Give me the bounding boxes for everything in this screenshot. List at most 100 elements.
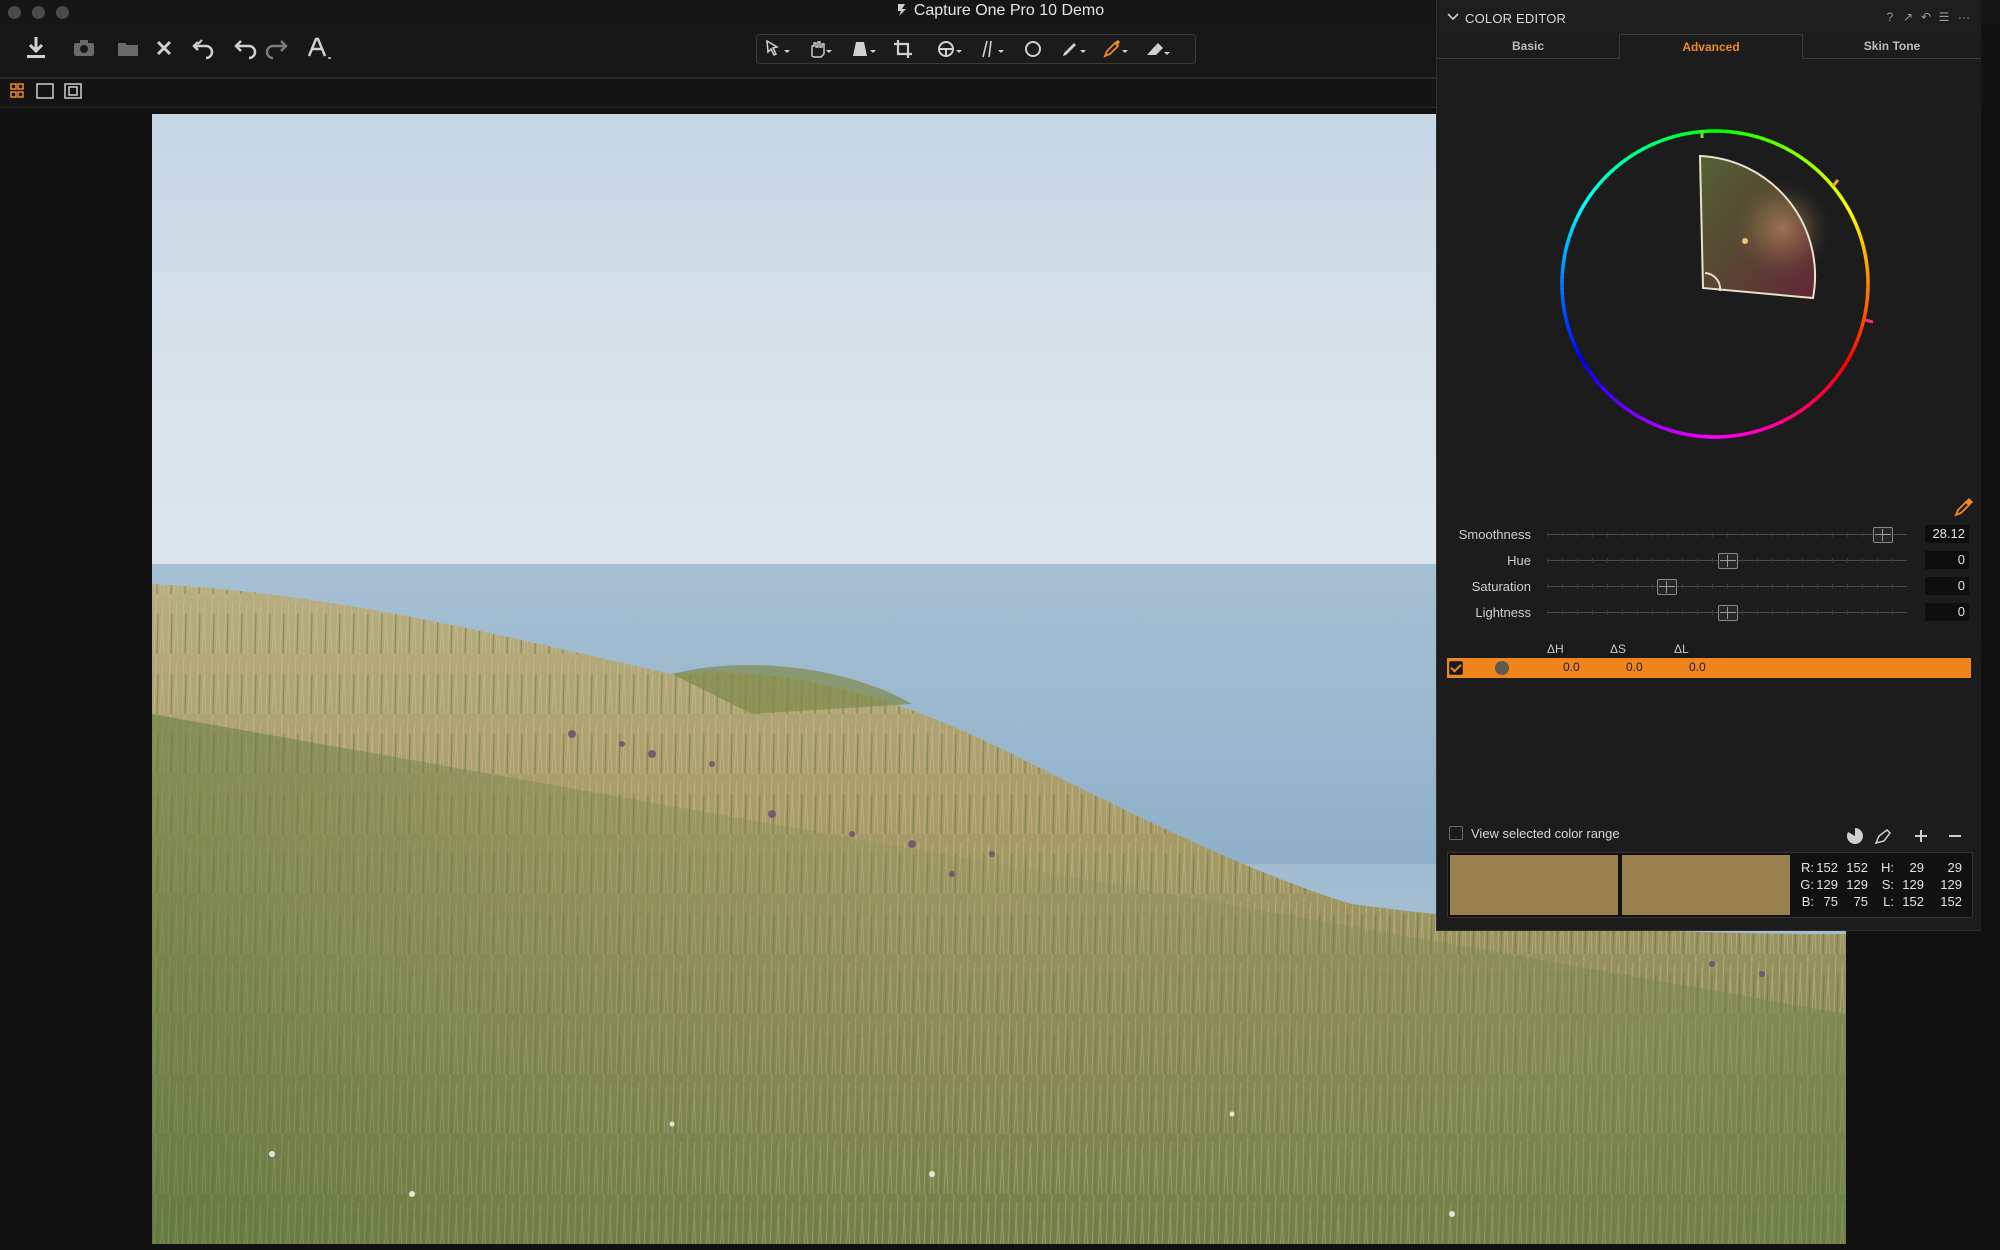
tab-basic[interactable]: Basic xyxy=(1437,34,1619,57)
tab-skin-tone[interactable]: Skin Tone xyxy=(1801,34,1983,57)
readout-label-r: R: xyxy=(1801,860,1814,875)
smoothness-ticks xyxy=(1547,532,1907,537)
saturation-handle[interactable] xyxy=(1656,579,1677,595)
crop-icon[interactable] xyxy=(885,37,925,61)
help-icon[interactable]: ? xyxy=(1883,10,1897,24)
eyedropper-icon[interactable] xyxy=(1953,496,1975,518)
lightness-slider-row: Lightness 0 xyxy=(1437,600,1981,626)
color-editor-tabs: Basic Advanced Skin Tone xyxy=(1437,34,1981,59)
readout-label-b: B: xyxy=(1801,894,1814,909)
lightness-value[interactable]: 0 xyxy=(1925,603,1969,621)
single-view-icon[interactable] xyxy=(36,83,56,101)
color-readout-area: R: 152 152 H: 29 29 G: 129 129 S: 129 12… xyxy=(1447,852,1973,918)
readout-label-s: S: xyxy=(1881,877,1894,892)
hue-handle[interactable] xyxy=(1718,553,1738,569)
color-editor-panel: COLOR EDITOR ? ↗ ↶ ☰ ··· Basic Advanced … xyxy=(1436,0,1981,931)
window-title: Capture One Pro 10 Demo xyxy=(913,2,1105,19)
collapse-chevron-icon[interactable] xyxy=(1447,12,1459,22)
circle-spot-icon[interactable] xyxy=(1013,37,1053,61)
color-range-row[interactable]: 0.0 0.0 0.0 xyxy=(1447,658,1971,678)
redo-icon[interactable] xyxy=(260,32,292,64)
tab-advanced[interactable]: Advanced xyxy=(1619,34,1803,59)
readout-b-before: 75 xyxy=(1823,894,1838,909)
delta-header: ΔH ΔS ΔL xyxy=(1437,642,1981,658)
readout-row-2: G: 129 129 S: 129 129 xyxy=(1798,876,1970,893)
smoothness-label: Smoothness xyxy=(1458,527,1531,542)
readout-h-after: 29 xyxy=(1947,860,1962,875)
color-values-readout: R: 152 152 H: 29 29 G: 129 129 S: 129 12… xyxy=(1798,859,1970,910)
readout-l-before: 152 xyxy=(1902,894,1924,909)
readout-label-l: L: xyxy=(1883,894,1894,909)
select-cursor-icon[interactable] xyxy=(757,37,797,61)
color-wheel[interactable] xyxy=(1545,108,1885,460)
grid-view-icon[interactable] xyxy=(10,83,30,101)
view-selected-range-label: View selected color range xyxy=(1471,826,1620,841)
readout-b-after: 75 xyxy=(1853,894,1868,909)
add-range-icon[interactable] xyxy=(1911,826,1931,846)
straighten-icon[interactable] xyxy=(971,37,1011,61)
more-options-icon[interactable]: ··· xyxy=(1957,10,1971,24)
readout-r-before: 152 xyxy=(1816,860,1838,875)
range-delta-sat: 0.0 xyxy=(1626,660,1643,674)
readout-s-after: 129 xyxy=(1940,877,1962,892)
readout-label-g: G: xyxy=(1800,877,1814,892)
lightness-label: Lightness xyxy=(1475,605,1531,620)
readout-row-3: B: 75 75 L: 152 152 xyxy=(1798,893,1970,910)
text-overlay-icon[interactable] xyxy=(302,32,334,64)
range-delta-hue: 0.0 xyxy=(1563,660,1580,674)
app-icon xyxy=(897,4,906,16)
camera-icon[interactable] xyxy=(68,32,100,64)
cursor-tools-group xyxy=(756,34,1196,64)
readout-s-before: 129 xyxy=(1902,877,1924,892)
undo-icon[interactable] xyxy=(230,32,262,64)
readout-label-h: H: xyxy=(1881,860,1894,875)
eraser-icon[interactable] xyxy=(1137,37,1177,61)
smoothness-handle[interactable] xyxy=(1872,527,1893,543)
picker-range-icon[interactable] xyxy=(1873,826,1893,846)
saturation-label: Saturation xyxy=(1471,579,1531,594)
view-mode-bar xyxy=(0,79,1436,108)
view-selected-range-checkbox[interactable] xyxy=(1449,826,1463,840)
pie-color-icon[interactable] xyxy=(1845,826,1865,846)
presets-icon[interactable]: ☰ xyxy=(1937,10,1951,24)
color-picker-icon[interactable] xyxy=(1095,37,1135,61)
saturation-ticks xyxy=(1547,584,1907,589)
delta-hue-header: ΔH xyxy=(1547,642,1564,656)
undo-history-icon[interactable] xyxy=(188,32,220,64)
lightness-handle[interactable] xyxy=(1718,605,1738,621)
range-delta-light: 0.0 xyxy=(1689,660,1706,674)
delta-sat-header: ΔS xyxy=(1610,642,1627,656)
compare-view-icon[interactable] xyxy=(64,83,84,101)
saturation-slider-row: Saturation 0 xyxy=(1437,574,1981,600)
smoothness-value[interactable]: 28.12 xyxy=(1925,525,1969,543)
view-selected-range-row[interactable]: View selected color range xyxy=(1449,826,1620,841)
hue-label: Hue xyxy=(1507,553,1531,568)
hue-value[interactable]: 0 xyxy=(1925,551,1969,569)
range-color-swatch xyxy=(1495,661,1509,675)
close-icon[interactable] xyxy=(148,32,180,64)
smoothness-slider-row: Smoothness 28.12 xyxy=(1437,522,1981,548)
remove-range-icon[interactable] xyxy=(1945,826,1965,846)
readout-r-after: 152 xyxy=(1846,860,1868,875)
readout-g-after: 129 xyxy=(1846,877,1868,892)
import-icon[interactable] xyxy=(20,32,52,64)
readout-h-before: 29 xyxy=(1909,860,1924,875)
brush-icon[interactable] xyxy=(1053,37,1093,61)
hue-slider-row: Hue 0 xyxy=(1437,548,1981,574)
saturation-value[interactable]: 0 xyxy=(1925,577,1969,595)
folder-icon[interactable] xyxy=(112,32,144,64)
color-editor-title: COLOR EDITOR xyxy=(1465,11,1567,26)
readout-g-before: 129 xyxy=(1816,877,1838,892)
readout-l-after: 152 xyxy=(1940,894,1962,909)
rotate-icon[interactable] xyxy=(929,37,969,61)
color-editor-header: COLOR EDITOR ? ↗ ↶ ☰ ··· xyxy=(1437,0,1981,34)
range-enable-checkbox[interactable] xyxy=(1449,661,1463,675)
pan-hand-icon[interactable] xyxy=(799,37,839,61)
after-color-swatch xyxy=(1622,855,1790,915)
expand-icon[interactable]: ↗ xyxy=(1901,10,1915,24)
before-color-swatch xyxy=(1450,855,1618,915)
keystone-icon[interactable] xyxy=(843,37,883,61)
delta-light-header: ΔL xyxy=(1674,642,1689,656)
reset-icon[interactable]: ↶ xyxy=(1919,10,1933,24)
main-toolbar xyxy=(0,24,1436,78)
